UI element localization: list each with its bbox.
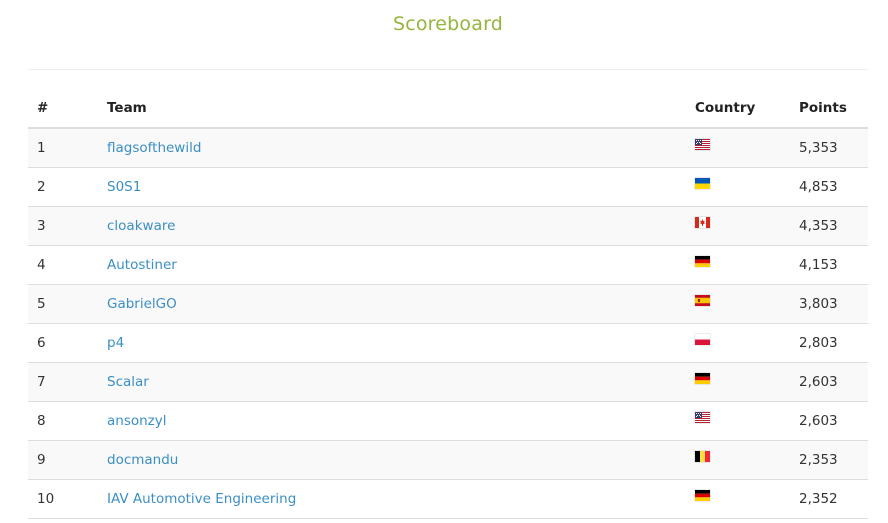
points-cell: 2,603 (790, 362, 868, 402)
es-flag-icon (695, 295, 710, 306)
points-cell: 2,803 (790, 323, 868, 363)
table-row: 7 Scalar 2,603 (28, 362, 868, 402)
points-cell: 2,352 (790, 479, 868, 519)
table-row: 5 GabrielGO 3,803 (28, 284, 868, 324)
rank-cell: 3 (28, 206, 98, 246)
table-row: 3 cloakware 4,353 (28, 206, 868, 246)
country-cell (686, 440, 790, 480)
column-header-country[interactable]: Country (686, 89, 790, 129)
country-cell (686, 284, 790, 324)
pl-flag-icon (695, 334, 710, 345)
table-row: 8 ansonzyl 2,603 (28, 401, 868, 441)
rank-cell: 8 (28, 401, 98, 441)
rank-cell: 2 (28, 167, 98, 207)
rank-cell: 6 (28, 323, 98, 363)
de-flag-icon (695, 373, 710, 384)
team-link[interactable]: cloakware (107, 218, 175, 234)
table-row: 6 p4 2,803 (28, 323, 868, 363)
team-link[interactable]: docmandu (107, 452, 178, 468)
ca-flag-icon (695, 217, 710, 228)
us-flag-icon (695, 412, 710, 423)
country-cell (686, 128, 790, 168)
country-cell (686, 206, 790, 246)
team-cell: Scalar (98, 362, 686, 402)
country-cell (686, 167, 790, 207)
table-header-row: # Team Country Points (28, 89, 868, 129)
team-link[interactable]: Scalar (107, 374, 149, 390)
table-row: 2 S0S1 4,853 (28, 167, 868, 207)
team-link[interactable]: flagsofthewild (107, 140, 201, 156)
country-cell (686, 323, 790, 363)
table-row: 1 flagsofthewild 5,353 (28, 128, 868, 168)
team-cell: GabrielGO (98, 284, 686, 324)
points-cell: 4,853 (790, 167, 868, 207)
team-cell: IAV Automotive Engineering (98, 479, 686, 519)
team-cell: docmandu (98, 440, 686, 480)
country-cell (686, 245, 790, 285)
team-link[interactable]: S0S1 (107, 179, 141, 195)
points-cell: 4,153 (790, 245, 868, 285)
team-link[interactable]: ansonzyl (107, 413, 167, 429)
team-cell: ansonzyl (98, 401, 686, 441)
de-flag-icon (695, 490, 710, 501)
table-row: 9 docmandu 2,353 (28, 440, 868, 480)
team-cell: p4 (98, 323, 686, 363)
rank-cell: 1 (28, 128, 98, 168)
country-cell (686, 362, 790, 402)
points-cell: 2,603 (790, 401, 868, 441)
rank-cell: 10 (28, 479, 98, 519)
rank-cell: 7 (28, 362, 98, 402)
team-cell: cloakware (98, 206, 686, 246)
team-link[interactable]: GabrielGO (107, 296, 177, 312)
points-cell: 3,803 (790, 284, 868, 324)
column-header-points[interactable]: Points (790, 89, 868, 129)
points-cell: 4,353 (790, 206, 868, 246)
page-title: Scoreboard (392, 13, 504, 35)
country-cell (686, 479, 790, 519)
country-cell (686, 401, 790, 441)
team-cell: flagsofthewild (98, 128, 686, 168)
de-flag-icon (695, 256, 710, 267)
rank-cell: 4 (28, 245, 98, 285)
column-header-rank[interactable]: # (28, 89, 98, 129)
scoreboard-table: # Team Country Points 1 flagsofthewild 5… (28, 89, 868, 519)
ua-flag-icon (695, 178, 710, 189)
points-cell: 2,353 (790, 440, 868, 480)
title-divider (28, 69, 868, 70)
rank-cell: 9 (28, 440, 98, 480)
be-flag-icon (695, 451, 710, 462)
team-link[interactable]: p4 (107, 335, 124, 351)
team-cell: S0S1 (98, 167, 686, 207)
column-header-team[interactable]: Team (98, 89, 686, 129)
team-cell: Autostiner (98, 245, 686, 285)
us-flag-icon (695, 139, 710, 150)
points-cell: 5,353 (790, 128, 868, 168)
table-row: 4 Autostiner 4,153 (28, 245, 868, 285)
team-link[interactable]: Autostiner (107, 257, 177, 273)
team-link[interactable]: IAV Automotive Engineering (107, 491, 296, 507)
table-row: 10 IAV Automotive Engineering 2,352 (28, 479, 868, 519)
rank-cell: 5 (28, 284, 98, 324)
